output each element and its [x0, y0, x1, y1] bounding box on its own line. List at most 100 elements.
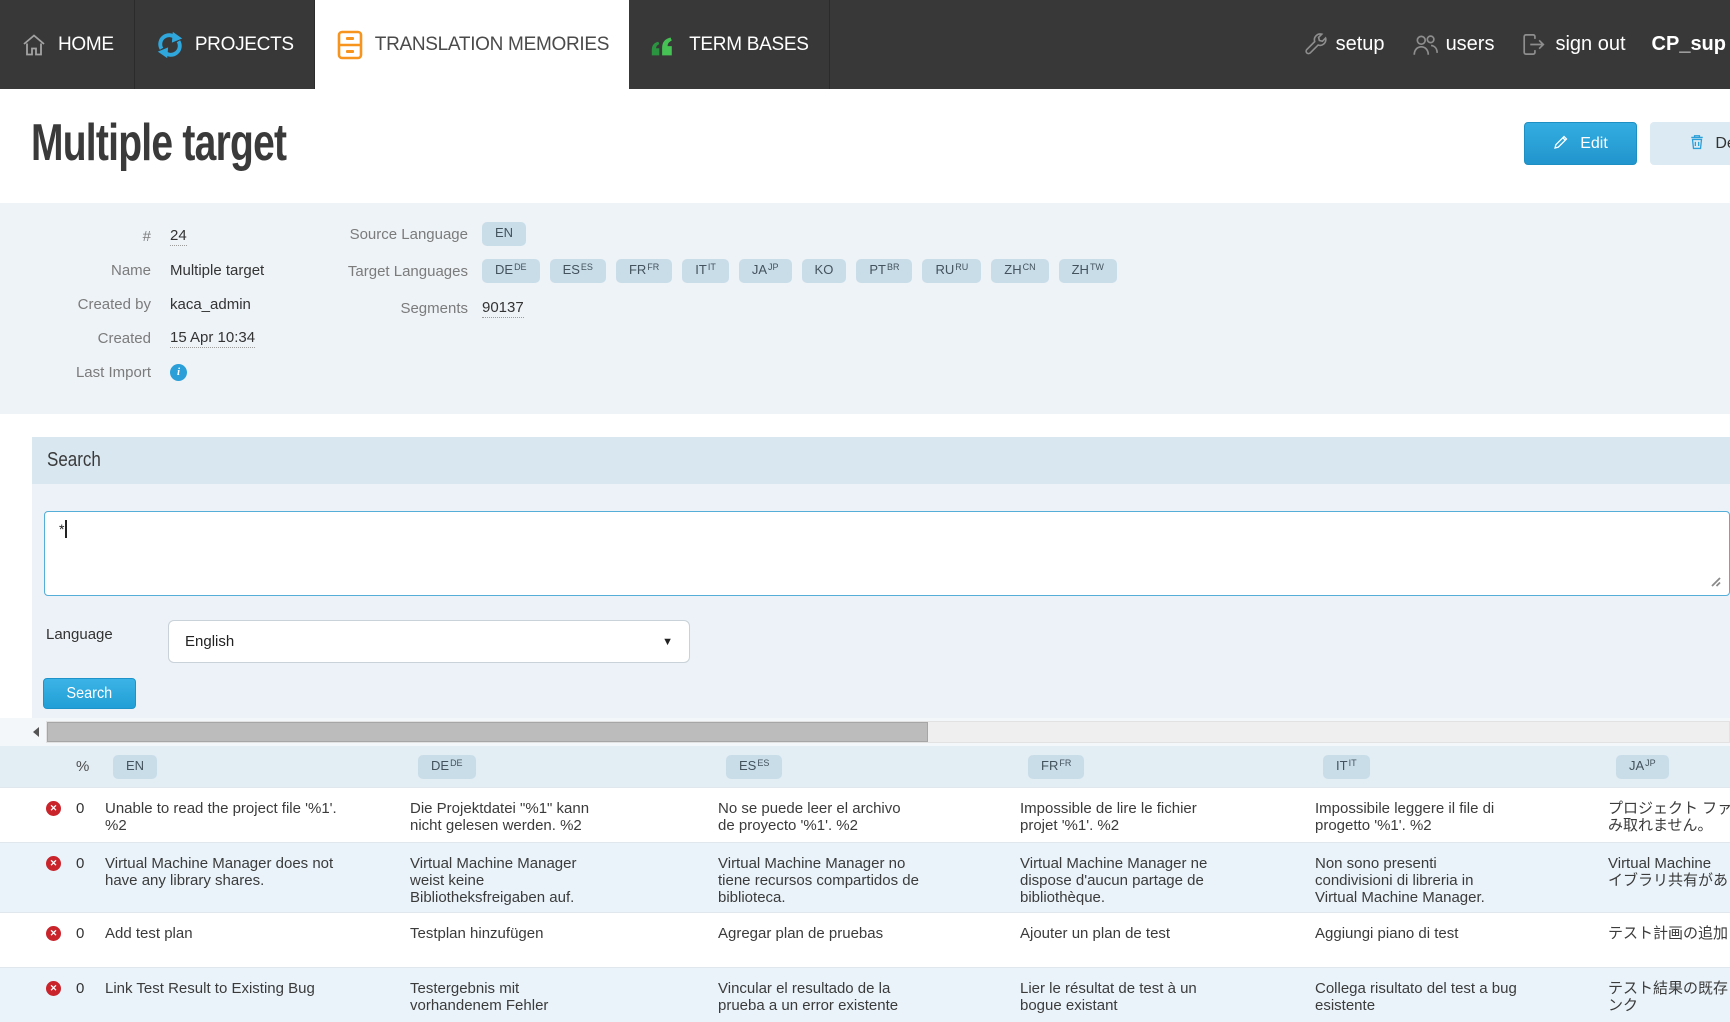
field-name: Name Multiple target: [0, 253, 264, 287]
language-select[interactable]: English ▼: [168, 620, 690, 663]
match-percent: 0: [76, 800, 85, 817]
remove-segment-icon[interactable]: ✕: [46, 801, 61, 816]
segment-cell: Vincular el resultado de la prueba a un …: [718, 980, 899, 1014]
sign-out-link-label: sign out: [1555, 33, 1626, 55]
table-header-column: DE DE: [410, 754, 718, 779]
tab-translation-memories[interactable]: TRANSLATION MEMORIES: [314, 0, 630, 89]
delete-button[interactable]: Delete: [1650, 122, 1730, 165]
field-name-label: Name: [110, 261, 151, 279]
row-icon-cell: ✕: [46, 925, 76, 941]
search-button-label: Search: [66, 684, 113, 702]
remove-segment-icon[interactable]: ✕: [46, 926, 61, 941]
tab-term-bases-label: TERM BASES: [689, 33, 809, 55]
edit-button-label: Edit: [1580, 134, 1608, 152]
resize-grip-icon[interactable]: [1706, 572, 1721, 590]
tab-projects[interactable]: PROJECTS: [135, 0, 315, 89]
delete-button-label: Delete: [1715, 134, 1730, 152]
match-percent: 0: [76, 980, 85, 997]
target-language-badges: DE DE ES ES FR FR IT IT JA JP KO PT BR RU RU ZH CN ZH TW: [482, 259, 1117, 283]
table-header: % EN DE DE ES ES FR FR IT IT JA JP: [0, 746, 1730, 787]
sync-icon: [155, 30, 185, 60]
percent-column-header: %: [76, 758, 90, 775]
field-last-import-label: Last Import: [75, 363, 151, 381]
segment-cell: プロジェクト ファ み取れません。: [1608, 800, 1730, 834]
segment-cell: Impossibile leggere il file di progetto …: [1315, 800, 1495, 834]
language-badge: ZH CN: [991, 259, 1049, 283]
field-last-import: Last Import i: [0, 355, 264, 389]
match-percent: 0: [76, 855, 85, 872]
language-select-value: English: [185, 633, 235, 650]
language-badge: ES ES: [549, 259, 606, 283]
remove-segment-icon[interactable]: ✕: [46, 856, 61, 871]
table-row: ✕ 0 Unable to read the project file '%1'. …: [0, 787, 1730, 842]
language-badge: FR FR: [615, 259, 673, 283]
field-number-value: 24: [170, 226, 187, 246]
setup-link-label: setup: [1335, 33, 1385, 55]
table-header-column: EN: [105, 754, 410, 779]
detail-fields: # 24 Name Multiple target Created by kac…: [0, 219, 264, 389]
segment-cell: Die Projektdatei "%1" kann nicht gelesen…: [410, 800, 590, 834]
segment-cell: Unable to read the project file '%1'. %2: [105, 800, 337, 834]
segments-value: 90137: [482, 296, 524, 318]
scrollbar-track[interactable]: [46, 721, 1730, 743]
remove-segment-icon[interactable]: ✕: [46, 981, 61, 996]
table-header-columns: EN DE DE ES ES FR FR IT IT JA JP: [105, 754, 1730, 779]
segment-cell: Virtual Machine Manager weist keine Bibl…: [410, 855, 577, 906]
segment-cell: Ajouter un plan de test: [1020, 925, 1171, 942]
tab-home[interactable]: HOME: [0, 0, 135, 89]
edit-button[interactable]: Edit: [1524, 122, 1637, 165]
field-created-by-label: Created by: [77, 295, 151, 313]
pencil-icon: [1553, 132, 1571, 155]
segment-cell: Lier le résultat de test à un bogue exis…: [1020, 980, 1197, 1014]
chevron-down-icon: ▼: [662, 635, 673, 648]
tab-term-bases[interactable]: TERM BASES: [629, 0, 830, 89]
match-percent: 0: [76, 925, 85, 942]
account-name[interactable]: CP_sup: [1652, 33, 1726, 56]
field-number-label: #: [142, 227, 151, 245]
source-language-label: Source Language: [349, 226, 468, 243]
field-created-value: 15 Apr 10:34: [170, 328, 256, 348]
segment-cell: Testplan hinzufügen: [410, 925, 544, 942]
tab-translation-memories-label: TRANSLATION MEMORIES: [374, 33, 610, 55]
search-query-text: *: [59, 521, 65, 537]
wrench-icon: [1302, 31, 1329, 58]
page-title: Multiple target: [31, 114, 287, 172]
search-button[interactable]: Search: [43, 678, 136, 709]
segment-cell: テスト計画の追加: [1608, 925, 1729, 942]
home-icon: [20, 32, 48, 58]
segment-cell: Virtual Machine Manager does not have an…: [105, 855, 334, 889]
setup-link[interactable]: setup: [1302, 31, 1385, 58]
scroll-left-arrow-icon[interactable]: [33, 727, 39, 737]
info-icon[interactable]: i: [170, 363, 187, 381]
tab-home-label: HOME: [58, 33, 114, 55]
source-language-row: Source Language EN: [280, 222, 1117, 246]
segment-cell: Impossible de lire le fichier projet '%1…: [1020, 800, 1197, 834]
tab-projects-label: PROJECTS: [194, 33, 294, 55]
segments-label: Segments: [400, 300, 468, 317]
search-panel: Search * Language English ▼ Search: [32, 437, 1730, 718]
segment-cell: No se puede leer el archivo de proyecto …: [718, 800, 901, 834]
table-body: ✕ 0 Unable to read the project file '%1'. …: [0, 787, 1730, 1022]
target-languages-label: Target Languages: [347, 263, 468, 280]
search-query-input[interactable]: *: [44, 511, 1730, 596]
scrollbar-thumb[interactable]: [47, 722, 928, 742]
row-icon-cell: ✕: [46, 980, 76, 996]
segment-cell: Virtual Machine イブラリ共有があ: [1608, 855, 1729, 889]
field-created-label: Created: [97, 329, 151, 347]
segment-cell: Collega risultato del test a bug esisten…: [1315, 980, 1517, 1014]
language-badge: DE DE: [482, 259, 540, 283]
segment-cell: Testergebnis mit vorhandenem Fehler: [410, 980, 549, 1014]
language-badge: FR FR: [1028, 754, 1085, 779]
users-link[interactable]: users: [1411, 31, 1494, 58]
users-icon: [1411, 31, 1439, 58]
segment-cell: Virtual Machine Manager ne dispose d'auc…: [1020, 855, 1208, 906]
language-fields: Source Language EN Target Languages DE DE…: [280, 222, 1117, 331]
table-header-column: FR FR: [1020, 754, 1315, 779]
search-panel-title: Search: [47, 449, 101, 471]
table-row: ✕ 0 Virtual Machine Manager does not have …: [0, 842, 1730, 912]
field-created-by: Created by kaca_admin: [0, 287, 264, 321]
sign-out-link[interactable]: sign out: [1520, 31, 1626, 58]
language-badge: JA JP: [738, 259, 792, 283]
target-languages-row: Target Languages DE DE ES ES FR FR IT IT JA JP KO P…: [280, 259, 1117, 283]
field-name-value: Multiple target: [170, 261, 265, 279]
